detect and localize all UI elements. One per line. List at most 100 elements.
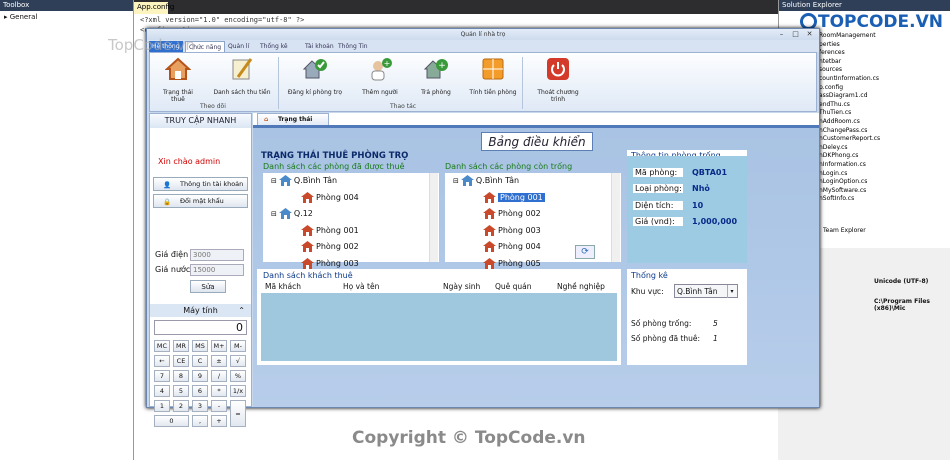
solution-file-item[interactable]: nDeley.cs (819, 144, 848, 151)
col-occupation[interactable]: Nghề nghiệp (557, 282, 605, 291)
rented-rooms-tree[interactable]: ⊟ Q.Bình Tân Phòng 004 ⊟ Q.12 Phòng 001 Phòng … (263, 173, 439, 269)
status-button[interactable]: Trạng thái thuê (156, 56, 200, 103)
tree-room-node[interactable]: Phòng 003 (483, 224, 541, 236)
close-icon[interactable]: ✕ (803, 30, 816, 39)
calc-key[interactable]: MR (173, 340, 189, 352)
tree-region-node[interactable]: ⊟ Q.12 (271, 208, 313, 219)
calc-key[interactable]: 3 (192, 400, 208, 412)
solution-file-item[interactable]: nSoftInfo.cs (819, 195, 854, 202)
solution-file-item[interactable]: ntetbar (819, 58, 841, 65)
calc-key[interactable]: , (192, 415, 208, 427)
calc-key[interactable]: ± (211, 355, 227, 367)
maximize-icon[interactable]: □ (789, 30, 802, 39)
account-info-button[interactable]: 👤 Thông tin tài khoản (153, 177, 248, 191)
solution-file-item[interactable]: p.config (819, 84, 843, 91)
solution-file-item[interactable]: countInformation.cs (819, 75, 879, 82)
register-room-button[interactable]: Đăng kí phòng trọ (284, 56, 346, 96)
room-area-value: 10 (692, 201, 704, 210)
calc-key[interactable]: M+ (211, 340, 227, 352)
solution-file-item[interactable]: perties (819, 41, 840, 48)
solution-file-item[interactable]: nMySoftware.cs (819, 187, 866, 194)
dashboard-title: Bảng điều khiển (481, 132, 593, 151)
calc-key[interactable]: % (230, 370, 246, 382)
solution-file-item[interactable]: nLoginOption.cs (819, 178, 867, 185)
tree-room-node[interactable]: Phòng 004 (483, 241, 541, 252)
tree-room-node[interactable]: Phòng 001 (301, 224, 359, 236)
refresh-icon[interactable]: ⟳ (575, 245, 595, 259)
area-select[interactable]: Q.Bình Tân ▾ (674, 284, 738, 298)
tab-thong-tin[interactable]: Thông Tin (335, 41, 371, 52)
toolbox-item-general[interactable]: ▸ General (0, 11, 133, 23)
col-customer-id[interactable]: Mã khách (265, 282, 301, 291)
free-rooms-tree[interactable]: ⊟ Q.Bình Tân Phòng 001 Phòng 002 Phòng 003 Ph… (445, 173, 621, 269)
calc-key[interactable]: 2 (173, 400, 189, 412)
solution-file-item[interactable]: RoomManagement (819, 32, 876, 39)
team-explorer-tab[interactable]: Team Explorer (823, 227, 866, 234)
calc-key[interactable]: 5 (173, 385, 189, 397)
solution-file-item[interactable]: nInformation.cs (819, 161, 866, 168)
svg-text:+: + (438, 61, 446, 71)
rented-tree-scrollbar[interactable] (429, 173, 438, 262)
solution-file-item[interactable]: nCustomerReport.cs (819, 135, 880, 142)
tab-thong-ke[interactable]: Thống kê (257, 41, 291, 52)
tree-room-node[interactable]: Phòng 003 (301, 257, 359, 269)
calc-key[interactable]: - (211, 400, 227, 412)
calc-key[interactable]: 4 (154, 385, 170, 397)
calculate-rent-button[interactable]: Tính tiền phòng (468, 56, 518, 96)
editor-tab[interactable]: App.config (134, 2, 174, 14)
tree-room-node[interactable]: Phòng 002 (301, 241, 359, 252)
customer-grid[interactable] (261, 293, 617, 361)
edit-price-button[interactable]: Sửa (190, 280, 226, 293)
calc-key[interactable]: 1 (154, 400, 170, 412)
tab-quan-li[interactable]: Quản lí (225, 41, 252, 52)
solution-file-item[interactable]: assDiagram1.cd (819, 92, 868, 99)
calc-key[interactable]: CE (173, 355, 189, 367)
solution-file-item[interactable]: nLogin.cs (819, 170, 847, 177)
calc-key[interactable]: 7 (154, 370, 170, 382)
add-person-button[interactable]: + Thêm người (358, 56, 402, 96)
calculator-display: 0 (154, 320, 247, 335)
tree-region-node[interactable]: ⊟ Q.Bình Tân (453, 175, 519, 186)
calc-key[interactable]: 0 (154, 415, 189, 427)
payment-list-button[interactable]: Danh sách thu tiền (212, 56, 272, 96)
solution-file-item[interactable]: sources (819, 66, 842, 73)
col-full-name[interactable]: Họ và tên (343, 282, 379, 291)
tree-room-node[interactable]: Phòng 002 (483, 208, 541, 219)
room-price-label: Giá (vnd): (633, 217, 683, 226)
tree-region-node[interactable]: ⊟ Q.Bình Tân (271, 175, 337, 186)
tree-room-node[interactable]: Phòng 005 (483, 257, 541, 269)
tree-room-node[interactable]: Phòng 001 (483, 191, 545, 203)
calc-key[interactable]: * (211, 385, 227, 397)
calc-key[interactable]: 9 (192, 370, 208, 382)
calc-key[interactable]: 1/x (230, 385, 246, 397)
solution-file-item[interactable]: endThu.cs (819, 101, 850, 108)
solution-file-item[interactable]: nAddRoom.cs (819, 118, 860, 125)
exit-button[interactable]: Thoát chương trình (530, 56, 586, 103)
calc-key[interactable]: ← (154, 355, 170, 367)
calc-key[interactable]: 6 (192, 385, 208, 397)
solution-file-item[interactable]: nDKPhong.cs (819, 152, 858, 159)
col-birth-date[interactable]: Ngày sinh (443, 282, 480, 291)
solution-file-item[interactable]: ferences (819, 49, 845, 56)
solution-file-item[interactable]: ThuTien.cs (819, 109, 851, 116)
calc-key[interactable]: 8 (173, 370, 189, 382)
calc-key[interactable]: = (230, 400, 246, 427)
calc-key[interactable]: MC (154, 340, 170, 352)
calc-key[interactable]: + (211, 415, 227, 427)
change-password-button[interactable]: 🔒 Đổi mật khẩu (153, 194, 248, 208)
calc-key[interactable]: √ (230, 355, 246, 367)
water-price-input[interactable]: 15000 (190, 264, 244, 276)
calc-key[interactable]: MS (192, 340, 208, 352)
free-tree-scrollbar[interactable] (611, 173, 620, 262)
col-hometown[interactable]: Quê quán (495, 282, 532, 291)
collapse-icon[interactable]: ⌃ (238, 304, 245, 317)
calc-key[interactable]: M- (230, 340, 246, 352)
return-room-button[interactable]: + Trả phòng (418, 56, 454, 96)
minimize-icon[interactable]: – (775, 30, 788, 39)
tree-room-node[interactable]: Phòng 004 (301, 191, 359, 203)
calc-key[interactable]: C (192, 355, 208, 367)
calc-key[interactable]: / (211, 370, 227, 382)
tab-tai-khoan[interactable]: Tài khoản (302, 41, 337, 52)
electric-price-input[interactable]: 3000 (190, 249, 244, 261)
solution-file-item[interactable]: nChangePass.cs (819, 127, 867, 134)
